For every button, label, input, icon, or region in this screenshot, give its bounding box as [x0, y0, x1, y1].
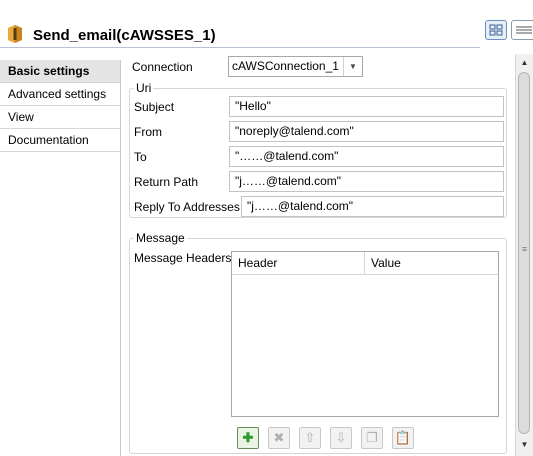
delete-row-button[interactable]: ✖ — [268, 427, 290, 449]
grip-icon: ≡ — [521, 244, 528, 254]
list-layout-icon — [516, 26, 532, 34]
uri-group-title: Uri — [134, 81, 154, 95]
move-up-button[interactable]: ⇧ — [299, 427, 321, 449]
return-path-input[interactable]: "j……@talend.com" — [229, 171, 504, 192]
message-headers-label: Message Headers — [134, 251, 232, 265]
page-title: Send_email(cAWSSES_1) — [33, 27, 216, 44]
value-column[interactable]: Value — [365, 252, 401, 274]
connection-label: Connection — [132, 60, 193, 74]
list-layout-button[interactable] — [511, 20, 533, 40]
to-input[interactable]: "……@talend.com" — [229, 146, 504, 167]
chevron-down-icon[interactable]: ▼ — [343, 57, 362, 76]
message-headers-table[interactable]: Header Value — [231, 251, 499, 417]
to-label: To — [134, 150, 147, 164]
component-header: Send_email(cAWSSES_1) — [0, 0, 533, 48]
subject-input[interactable]: "Hello" — [229, 96, 504, 117]
add-icon: ✚ — [242, 430, 254, 445]
header-divider — [0, 47, 480, 48]
sidebar-item-documentation[interactable]: Documentation — [0, 129, 120, 152]
sidebar-item-view[interactable]: View — [0, 106, 120, 129]
grid-layout-button[interactable] — [485, 20, 507, 40]
table-header: Header Value — [232, 252, 498, 275]
scroll-up-icon[interactable]: ▲ — [516, 56, 533, 70]
sidebar-item-basic-settings[interactable]: Basic settings — [0, 60, 120, 83]
copy-icon: ❐ — [366, 430, 378, 445]
paste-button[interactable]: 📋 — [392, 427, 414, 449]
move-down-icon: ⇩ — [335, 430, 347, 445]
vertical-scrollbar[interactable]: ▲ ≡ ▼ — [515, 54, 533, 456]
sidebar-item-advanced-settings[interactable]: Advanced settings — [0, 83, 120, 106]
message-group-title: Message — [134, 231, 187, 245]
connection-select[interactable]: cAWSConnection_1 ▼ — [228, 56, 363, 77]
move-up-icon: ⇧ — [304, 430, 316, 445]
subject-label: Subject — [134, 100, 175, 114]
settings-sidebar: Basic settings Advanced settings View Do… — [0, 60, 121, 456]
copy-button[interactable]: ❐ — [361, 427, 383, 449]
from-label: From — [134, 125, 162, 139]
basic-settings-panel: Connection cAWSConnection_1 ▼ Uri Subjec… — [121, 54, 514, 456]
aws-ses-icon — [8, 25, 22, 43]
return-path-label: Return Path — [134, 175, 199, 189]
scroll-thumb[interactable]: ≡ — [518, 72, 530, 434]
scroll-down-icon[interactable]: ▼ — [516, 438, 533, 452]
grid-layout-icon — [489, 24, 503, 36]
from-input[interactable]: "noreply@talend.com" — [229, 121, 504, 142]
reply-to-input[interactable]: "j……@talend.com" — [241, 196, 504, 217]
paste-icon: 📋 — [394, 430, 412, 445]
reply-to-label: Reply To Addresses — [134, 200, 240, 214]
header-column[interactable]: Header — [232, 252, 365, 274]
connection-value: cAWSConnection_1 — [232, 59, 339, 73]
move-down-button[interactable]: ⇩ — [330, 427, 352, 449]
delete-icon: ✖ — [273, 430, 285, 445]
add-row-button[interactable]: ✚ — [237, 427, 259, 449]
